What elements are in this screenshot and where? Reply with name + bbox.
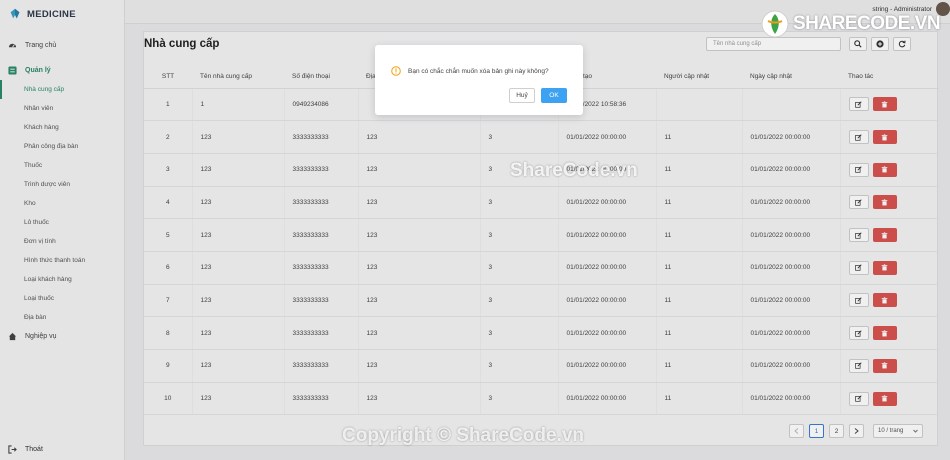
confirm-message-row: Bạn có chắc chắn muốn xóa bản ghi này kh…	[391, 66, 549, 76]
warning-icon	[391, 66, 401, 76]
sharecode-logo-icon	[761, 10, 789, 38]
watermark-bottom: Copyright © ShareCode.vn	[342, 425, 585, 446]
ok-button[interactable]: OK	[541, 88, 567, 103]
dialog-actions: Huỷ OK	[509, 88, 567, 103]
confirm-message: Bạn có chắc chắn muốn xóa bản ghi này kh…	[408, 67, 549, 75]
confirm-dialog: Bạn có chắc chắn muốn xóa bản ghi này kh…	[375, 45, 583, 115]
watermark-center: ShareCode.vn	[510, 160, 638, 181]
app-root: MEDICINE Trang chủ Quản lý Nhà cung cấp N…	[0, 0, 950, 460]
cancel-button[interactable]: Huỷ	[509, 88, 535, 103]
sharecode-logo: SHARECODE.VN	[760, 4, 941, 44]
sharecode-logo-text: SHARECODE.VN	[793, 13, 941, 34]
